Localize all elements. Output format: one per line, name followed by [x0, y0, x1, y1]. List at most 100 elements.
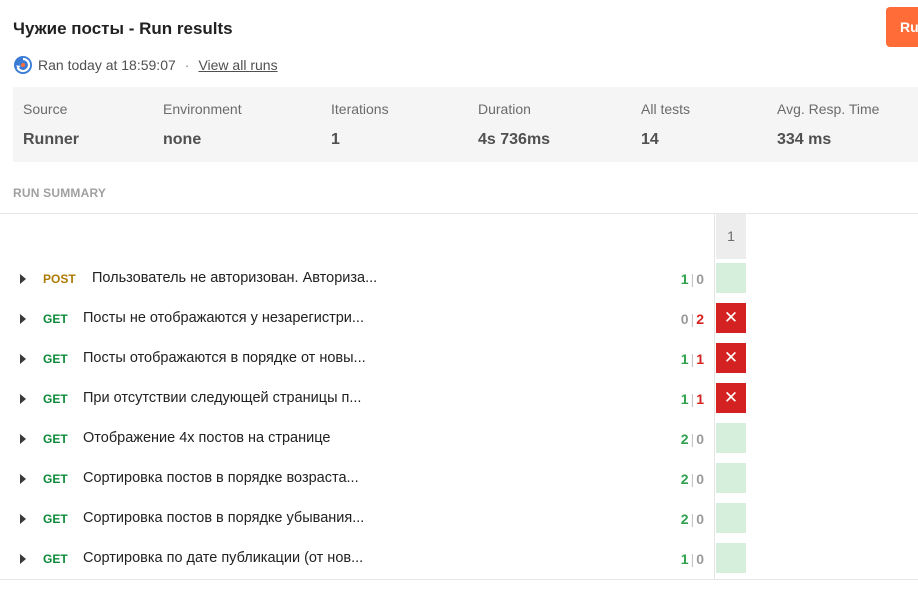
count-separator: |: [690, 431, 695, 447]
request-row[interactable]: GET Посты не отображаются у незарегистри.…: [0, 299, 918, 339]
stat-source: Source Runner: [23, 101, 79, 149]
failed-count: 1: [696, 391, 704, 407]
expand-caret-icon[interactable]: [20, 554, 26, 564]
view-all-runs-link[interactable]: View all runs: [198, 57, 277, 73]
request-name[interactable]: Посты не отображаются у незарегистри...: [83, 310, 364, 326]
request-row[interactable]: GET Сортировка постов в порядке убывания.…: [0, 499, 918, 539]
passed-count: 2: [680, 511, 689, 527]
stat-value: 1: [331, 131, 340, 148]
stat-duration: Duration 4s 736ms: [478, 101, 550, 149]
expand-caret-icon[interactable]: [20, 314, 26, 324]
request-row[interactable]: GET Сортировка постов в порядке возраста.…: [0, 459, 918, 499]
iteration-column-header: 1: [716, 214, 746, 259]
test-counts: 1 | 1: [681, 391, 704, 407]
request-row[interactable]: GET Отображение 4х постов на странице 2 | 0: [0, 419, 918, 459]
test-counts: 2 | 0: [681, 511, 704, 527]
request-method: GET: [43, 312, 68, 326]
iteration-fail-cell[interactable]: ✕: [716, 383, 746, 413]
failed-count: 2: [696, 311, 704, 327]
stat-label: Iterations: [331, 101, 389, 117]
iteration-pass-cell[interactable]: [716, 503, 746, 533]
count-separator: |: [690, 311, 695, 327]
request-method: GET: [43, 472, 68, 486]
failed-count: 0: [696, 511, 704, 527]
request-row[interactable]: POST Пользователь не авторизован. Авториз…: [0, 259, 918, 299]
passed-count: 1: [680, 351, 689, 367]
expand-caret-icon[interactable]: [20, 394, 26, 404]
close-icon: ✕: [723, 308, 739, 327]
stat-all-tests: All tests 14: [641, 101, 690, 149]
run-summary-heading: RUN SUMMARY: [13, 186, 107, 200]
expand-caret-icon[interactable]: [20, 354, 26, 364]
stat-value: Runner: [23, 131, 79, 148]
stat-label: Duration: [478, 101, 531, 117]
request-row[interactable]: GET Сортировка по дате публикации (от нов…: [0, 539, 918, 579]
stat-avg-resp-time: Avg. Resp. Time 334 ms: [777, 101, 879, 149]
divider: [0, 579, 918, 580]
expand-caret-icon[interactable]: [20, 274, 26, 284]
test-counts: 1 | 0: [681, 551, 704, 567]
dot-separator: ·: [184, 57, 190, 73]
request-row[interactable]: GET Посты отображаются в порядке от новы.…: [0, 339, 918, 379]
request-method: GET: [43, 352, 68, 366]
divider: [0, 213, 918, 214]
stat-label: Source: [23, 101, 68, 117]
test-counts: 2 | 0: [681, 431, 704, 447]
test-counts: 1 | 0: [681, 271, 704, 287]
expand-caret-icon[interactable]: [20, 474, 26, 484]
close-icon: ✕: [723, 388, 739, 407]
request-name[interactable]: Сортировка постов в порядке возраста...: [83, 470, 359, 486]
expand-caret-icon[interactable]: [20, 514, 26, 524]
iteration-pass-cell[interactable]: [716, 423, 746, 453]
request-method: GET: [43, 552, 68, 566]
run-results-page: Чужие посты - Run results Ru Ran today a…: [0, 0, 918, 616]
count-separator: |: [690, 351, 695, 367]
request-name[interactable]: Отображение 4х постов на странице: [83, 430, 330, 446]
stat-label: Avg. Resp. Time: [777, 101, 880, 117]
stat-environment: Environment none: [163, 101, 242, 149]
stat-value: none: [163, 131, 202, 148]
passed-count: 0: [680, 311, 689, 327]
runner-icon: [14, 56, 32, 74]
request-method: GET: [43, 512, 68, 526]
passed-count: 1: [680, 551, 689, 567]
run-again-button[interactable]: Ru: [886, 7, 918, 47]
stat-value: 334 ms: [777, 131, 832, 148]
run-stats-panel: Source Runner Environment none Iteration…: [13, 87, 918, 162]
stat-label: Environment: [163, 101, 242, 117]
passed-count: 1: [680, 391, 689, 407]
test-counts: 1 | 1: [681, 351, 704, 367]
passed-count: 2: [680, 471, 689, 487]
expand-caret-icon[interactable]: [20, 434, 26, 444]
ran-timestamp: Ran today at 18:59:07: [38, 57, 176, 73]
page-title: Чужие посты - Run results: [13, 19, 233, 38]
request-method: GET: [43, 432, 68, 446]
count-separator: |: [690, 511, 695, 527]
iteration-pass-cell[interactable]: [716, 463, 746, 493]
failed-count: 0: [696, 431, 704, 447]
iteration-pass-cell[interactable]: [716, 263, 746, 293]
request-name[interactable]: Посты отображаются в порядке от новы...: [83, 350, 366, 366]
iteration-fail-cell[interactable]: ✕: [716, 343, 746, 373]
stat-value: 4s 736ms: [478, 131, 551, 148]
request-name[interactable]: Сортировка постов в порядке убывания...: [83, 510, 364, 526]
close-icon: ✕: [723, 348, 739, 367]
run-info: Ran today at 18:59:07 · View all runs: [13, 55, 278, 75]
iteration-fail-cell[interactable]: ✕: [716, 303, 746, 333]
passed-count: 2: [680, 431, 689, 447]
failed-count: 0: [696, 271, 704, 287]
request-row[interactable]: GET При отсутствии следующей страницы п..…: [0, 379, 918, 419]
count-separator: |: [690, 551, 695, 567]
request-name[interactable]: Сортировка по дате публикации (от нов...: [83, 550, 363, 566]
failed-count: 1: [696, 351, 704, 367]
request-name[interactable]: При отсутствии следующей страницы п...: [83, 390, 361, 406]
count-separator: |: [690, 391, 695, 407]
iteration-pass-cell[interactable]: [716, 543, 746, 573]
passed-count: 1: [680, 271, 689, 287]
test-counts: 2 | 0: [681, 471, 704, 487]
request-method: POST: [43, 272, 76, 286]
failed-count: 0: [696, 471, 704, 487]
request-name[interactable]: Пользователь не авторизован. Авториза...: [92, 270, 377, 286]
test-counts: 0 | 2: [681, 311, 704, 327]
stat-iterations: Iterations 1: [331, 101, 389, 149]
